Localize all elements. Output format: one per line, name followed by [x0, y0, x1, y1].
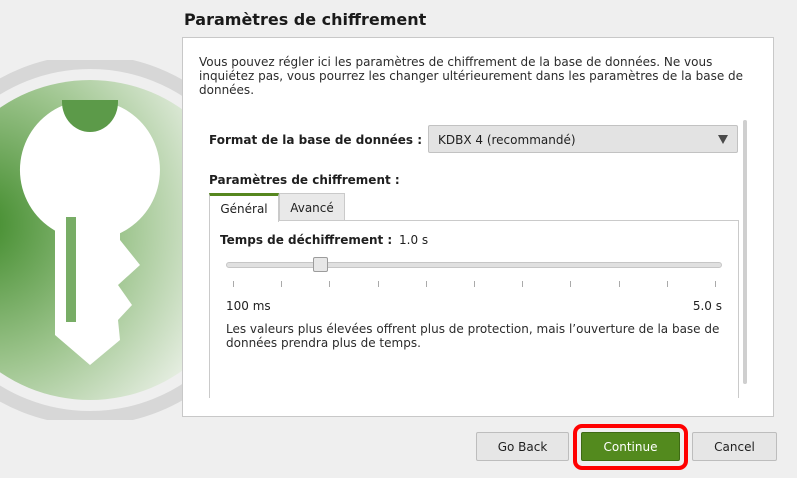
database-format-select[interactable]: KDBX 4 (recommandé) [428, 125, 738, 153]
slider-handle[interactable] [312, 257, 328, 272]
page-title: Paramètres de chiffrement [184, 10, 427, 29]
encryption-settings-label: Paramètres de chiffrement : [209, 173, 400, 187]
go-back-label: Go Back [497, 439, 548, 454]
decryption-time-slider[interactable] [226, 262, 722, 268]
slider-min-label: 100 ms [226, 299, 271, 313]
help-text: Les valeurs plus élevées offrent plus de… [226, 322, 720, 350]
slider-tick [281, 281, 283, 287]
slider-tick [474, 281, 475, 287]
decryption-time-value: 1.0 s [399, 233, 429, 247]
slider-max-label: 5.0 s [692, 299, 722, 313]
tab-general[interactable]: Général [209, 193, 279, 222]
cancel-button[interactable]: Cancel [692, 432, 777, 461]
slider-tick [522, 281, 524, 287]
continue-button[interactable]: Continue [581, 432, 680, 461]
content-panel: Vous pouvez régler ici les paramètres de… [182, 37, 774, 417]
slider-tick [329, 281, 331, 287]
scrollbar-thumb[interactable] [743, 120, 747, 384]
slider-tick [377, 281, 379, 287]
continue-label: Continue [603, 439, 658, 454]
dropdown-arrow-icon [718, 135, 728, 144]
slider-tick [570, 281, 572, 287]
intro-text: Vous pouvez régler ici les paramètres de… [199, 55, 744, 97]
slider-tick [666, 281, 668, 287]
slider-tick [715, 281, 716, 287]
general-tab-panel: Temps de déchiffrement : 1.0 s 100 ms 5.… [209, 220, 739, 398]
vertical-scrollbar[interactable] [743, 120, 747, 384]
tab-advanced[interactable]: Avancé [279, 193, 345, 221]
go-back-button[interactable]: Go Back [476, 432, 569, 461]
format-select-value: KDBX 4 (recommandé) [438, 133, 576, 147]
tab-advanced-label: Avancé [290, 200, 334, 215]
wizard-window: Paramètres de chiffrement Vous pouvez ré… [0, 0, 797, 478]
slider-tick [233, 281, 234, 287]
tab-general-label: Général [220, 202, 268, 216]
decryption-time-label: Temps de déchiffrement : [220, 233, 393, 247]
cancel-label: Cancel [714, 439, 755, 454]
format-label: Format de la base de données : [209, 133, 423, 147]
slider-tick [618, 281, 620, 287]
slider-tick [425, 281, 427, 287]
